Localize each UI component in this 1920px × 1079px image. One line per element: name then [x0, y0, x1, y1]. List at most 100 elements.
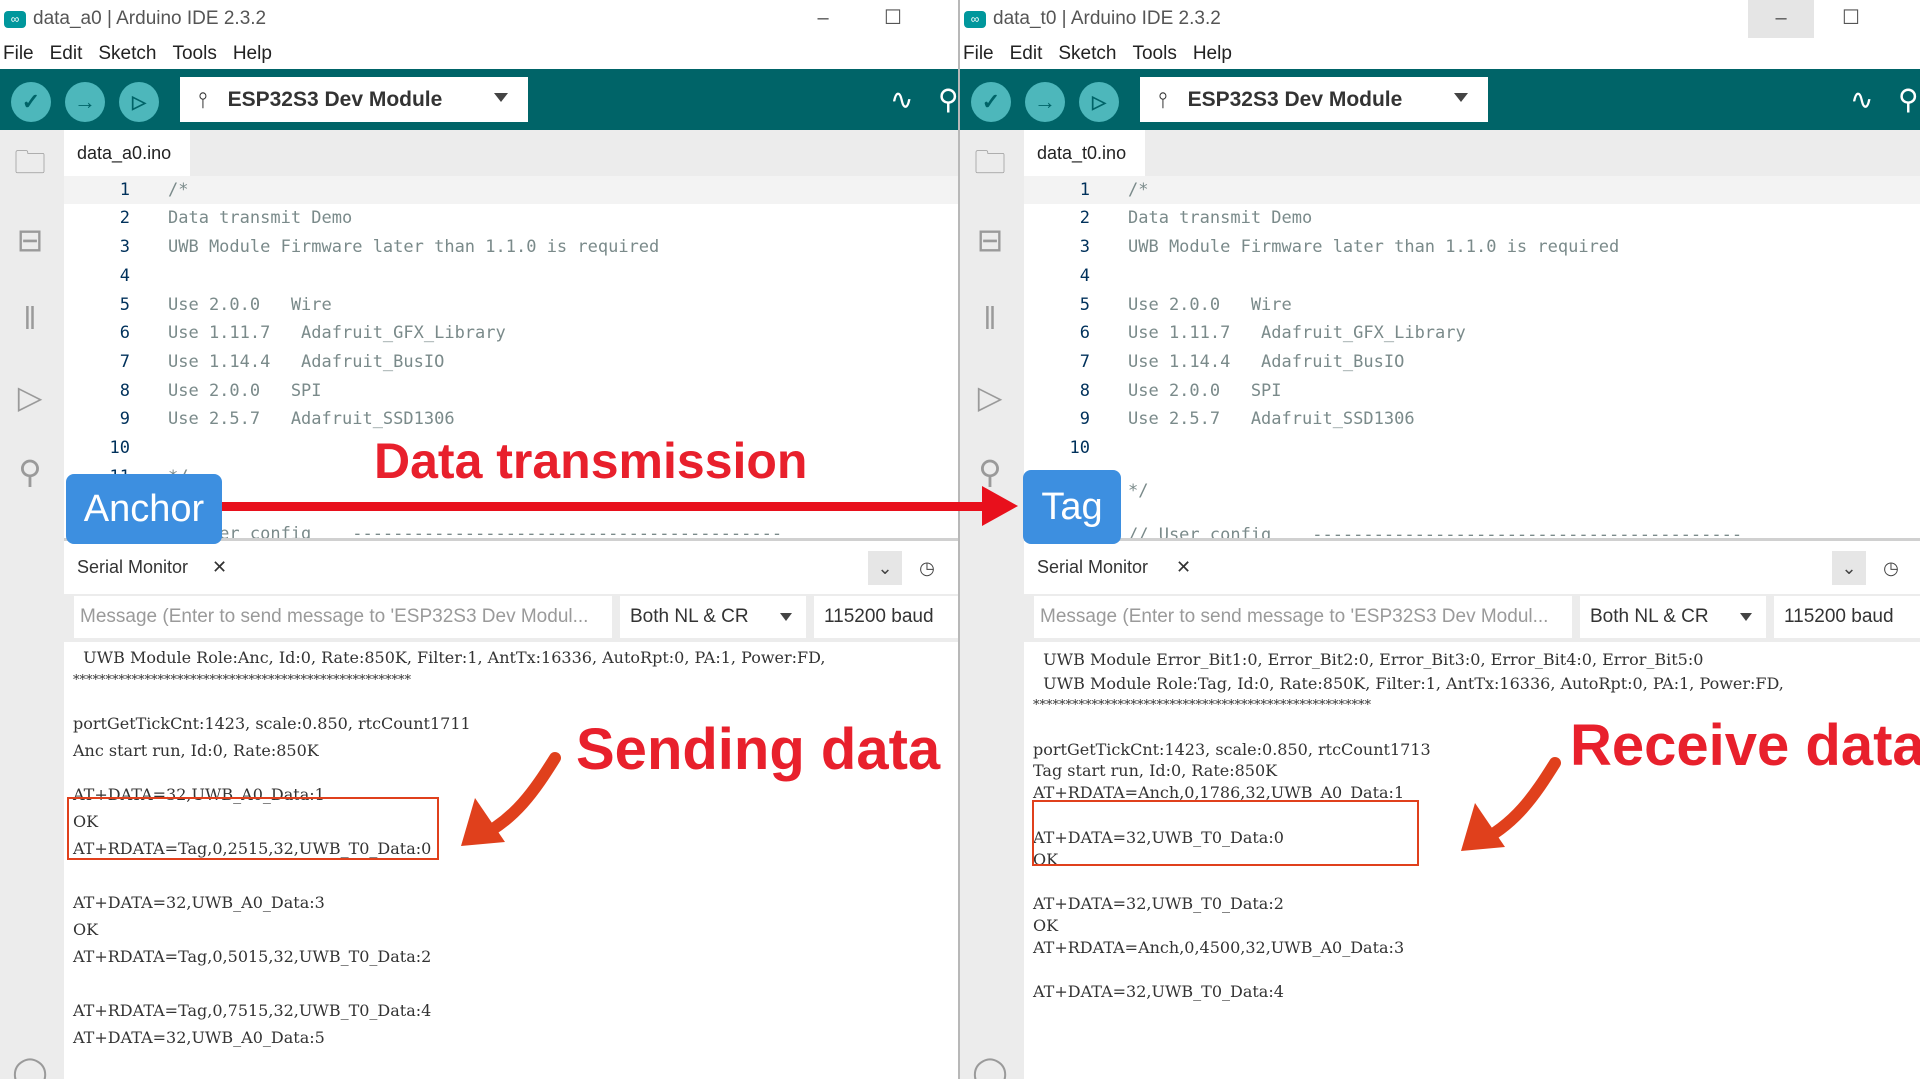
editor-tabs: data_t0.ino	[1024, 130, 1920, 176]
maximize-button[interactable]: ☐	[1818, 0, 1884, 38]
close-icon[interactable]: ✕	[212, 541, 227, 594]
output-line: AT+DATA=32,UWB_A0_Data:3	[73, 893, 325, 912]
folder-icon[interactable]: 🗀	[968, 140, 1012, 184]
serial-monitor-title: Serial Monitor	[1037, 557, 1149, 577]
debug-icon: ▷	[132, 92, 146, 112]
serial-input-row: Message (Enter to send message to 'ESP32…	[1024, 594, 1920, 642]
minimize-button[interactable]: –	[790, 0, 856, 38]
serial-plotter-icon[interactable]: ∿	[890, 83, 913, 116]
debug-icon: ▷	[1092, 92, 1106, 112]
output-line: UWB Module Role:Tag, Id:0, Rate:850K, Fi…	[1033, 674, 1784, 693]
menu-edit[interactable]: Edit	[1010, 43, 1043, 65]
verify-button[interactable]: ✓	[971, 82, 1011, 122]
debug-icon[interactable]: ▷	[8, 375, 52, 419]
folder-icon[interactable]: 🗀	[8, 140, 52, 184]
upload-button[interactable]: →	[1025, 82, 1065, 122]
output-line: AT+DATA=32,UWB_A0_Data:5	[73, 1028, 325, 1047]
menu-bar: File Edit Sketch Tools Help	[0, 38, 958, 69]
arrow-right-icon: →	[1034, 89, 1056, 114]
profile-icon[interactable]: ◯	[8, 1050, 52, 1079]
board-selector[interactable]: ⫯ ESP32S3 Dev Module	[180, 77, 528, 122]
code-line: 10	[1069, 438, 1090, 458]
output-line: ****************************************…	[73, 673, 411, 688]
menu-file[interactable]: File	[3, 43, 34, 65]
line-ending-select[interactable]: Both NL & CR	[620, 596, 806, 638]
serial-message-input[interactable]: Message (Enter to send message to 'ESP32…	[1034, 596, 1572, 638]
check-icon: ✓	[981, 89, 1001, 114]
board-name: ESP32S3 Dev Module	[1187, 87, 1403, 111]
sent-data-highlight	[67, 797, 439, 860]
debug-button[interactable]: ▷	[119, 82, 159, 122]
usb-icon: ⫯	[1158, 86, 1168, 112]
receive-curved-arrow	[1461, 757, 1561, 851]
menu-help[interactable]: Help	[1193, 43, 1232, 65]
output-line: AT+DATA=32,UWB_T0_Data:4	[1033, 982, 1284, 1001]
code-editor[interactable]: 1/* 2 Data transmit Demo 3 UWB Module Firm…	[1024, 176, 1920, 538]
library-icon[interactable]: 𝍪	[968, 296, 1012, 340]
code-line: 3 UWB Module Firmware later than 1.1.0 is…	[119, 237, 660, 257]
timestamp-toggle[interactable]: ◷	[1874, 551, 1908, 585]
arduino-logo-icon: ∞	[4, 10, 26, 28]
usb-icon: ⫯	[198, 86, 208, 112]
menu-sketch[interactable]: Sketch	[1058, 43, 1116, 65]
baud-rate-select[interactable]: 115200 baud	[814, 596, 958, 638]
upload-button[interactable]: →	[65, 82, 105, 122]
arrow-right-icon: →	[74, 89, 96, 114]
autoscroll-toggle[interactable]: ⌄	[1832, 551, 1866, 585]
serial-monitor-icon[interactable]: ⚲	[1898, 83, 1919, 116]
tab-file[interactable]: data_a0.ino	[64, 130, 191, 176]
baud-rate-select[interactable]: 115200 baud	[1774, 596, 1920, 638]
menu-tools[interactable]: Tools	[1132, 43, 1176, 65]
serial-output: UWB Module Role:Anc, Id:0, Rate:850K, Fi…	[64, 642, 958, 1079]
clock-icon: ◷	[919, 558, 935, 578]
code-line: 5 Use 2.0.0 Wire	[119, 295, 332, 315]
serial-message-input[interactable]: Message (Enter to send message to 'ESP32…	[74, 596, 612, 638]
board-selector[interactable]: ⫯ ESP32S3 Dev Module	[1140, 77, 1488, 122]
debug-icon[interactable]: ▷	[968, 375, 1012, 419]
maximize-button[interactable]: ☐	[860, 0, 926, 38]
library-icon[interactable]: 𝍪	[8, 296, 52, 340]
check-icon: ✓	[21, 89, 41, 114]
output-line: AT+RDATA=Tag,0,5015,32,UWB_T0_Data:2	[73, 947, 432, 966]
code-line: 7 Use 1.14.4 Adafruit_BusIO	[119, 352, 445, 372]
tab-file[interactable]: data_t0.ino	[1024, 130, 1146, 176]
menu-edit[interactable]: Edit	[50, 43, 83, 65]
sending-curved-arrow	[461, 752, 561, 846]
verify-button[interactable]: ✓	[11, 82, 51, 122]
chevron-down-icon	[1740, 613, 1752, 621]
line-ending-select[interactable]: Both NL & CR	[1580, 596, 1766, 638]
output-line: Tag start run, Id:0, Rate:850K	[1033, 761, 1278, 780]
data-transmission-label: Data transmission	[373, 432, 808, 490]
menu-file[interactable]: File	[963, 43, 994, 65]
serial-monitor-icon[interactable]: ⚲	[938, 83, 958, 116]
minimize-button[interactable]: –	[1748, 0, 1814, 38]
menu-help[interactable]: Help	[233, 43, 272, 65]
menu-tools[interactable]: Tools	[172, 43, 216, 65]
code-line: 1/*	[1024, 176, 1920, 204]
boards-manager-icon[interactable]: ⊟	[8, 218, 52, 262]
output-line: OK	[1033, 916, 1059, 935]
code-line: 8 Use 2.0.0 SPI	[119, 381, 322, 401]
chevron-down-icon	[1454, 93, 1468, 102]
output-line: AT+RDATA=Tag,0,7515,32,UWB_T0_Data:4	[73, 1001, 432, 1020]
timestamp-toggle[interactable]: ◷	[910, 551, 944, 585]
transmission-arrowhead	[982, 486, 1018, 526]
activity-sidebar: 🗀 ⊟ 𝍪 ▷ ⚲ ◯	[0, 130, 64, 1079]
debug-button[interactable]: ▷	[1079, 82, 1119, 122]
autoscroll-toggle[interactable]: ⌄	[868, 551, 902, 585]
search-icon[interactable]: ⚲	[8, 450, 52, 494]
line-ending-value: Both NL & CR	[630, 606, 749, 627]
code-line: 9 Use 2.5.7 Adafruit_SSD1306	[1079, 409, 1415, 429]
code-line: 2 Data transmit Demo	[1079, 208, 1313, 228]
toolbar: ✓ → ▷ ⫯ ESP32S3 Dev Module ∿ ⚲	[960, 69, 1920, 130]
serial-plotter-icon[interactable]: ∿	[1850, 83, 1873, 116]
code-line: 4	[1079, 266, 1090, 286]
profile-icon[interactable]: ◯	[968, 1050, 1012, 1079]
close-icon[interactable]: ✕	[1176, 541, 1191, 594]
output-line: UWB Module Error_Bit1:0, Error_Bit2:0, E…	[1033, 650, 1704, 669]
sending-data-label: Sending data	[575, 716, 941, 783]
serial-input-row: Message (Enter to send message to 'ESP32…	[64, 594, 958, 642]
menu-sketch[interactable]: Sketch	[98, 43, 156, 65]
code-line: 9 Use 2.5.7 Adafruit_SSD1306	[119, 409, 455, 429]
boards-manager-icon[interactable]: ⊟	[968, 218, 1012, 262]
